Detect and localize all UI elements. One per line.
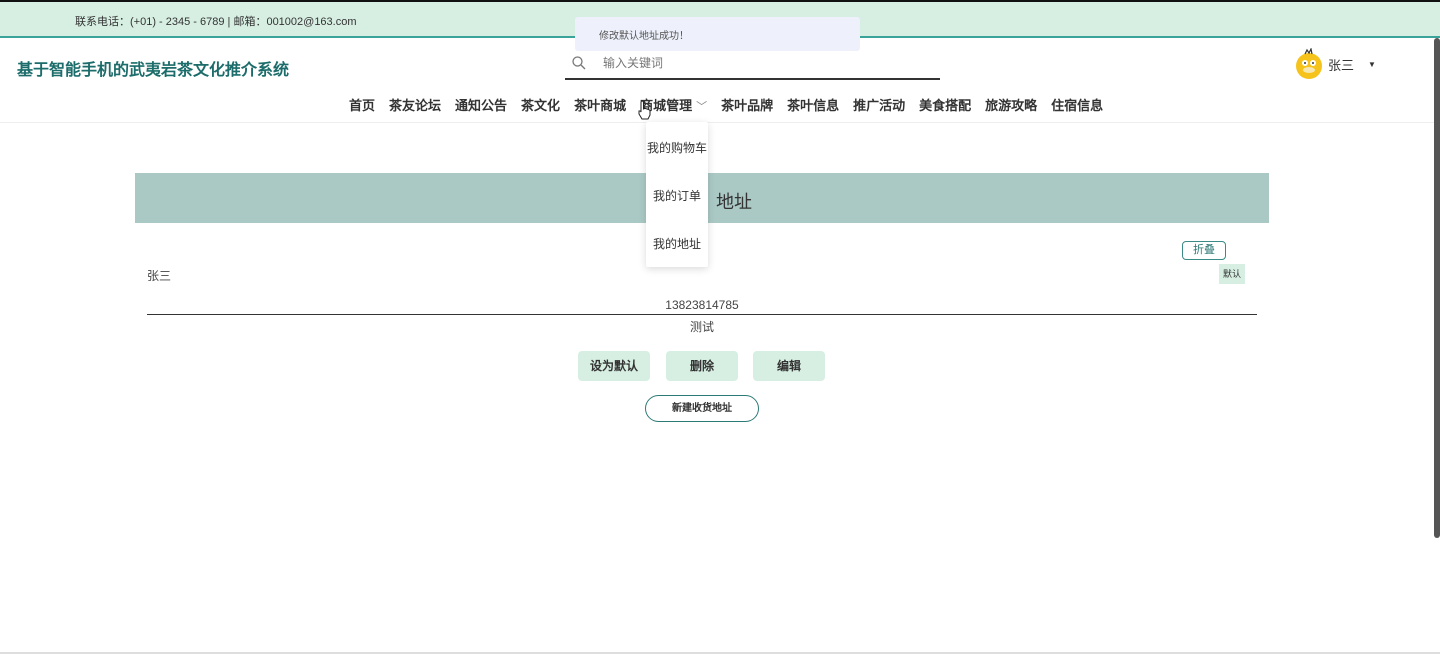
edit-button[interactable]: 编辑 [753, 351, 825, 381]
nav-item-tea-brand[interactable]: 茶叶品牌 [714, 95, 780, 114]
page-scrollbar[interactable] [1434, 38, 1440, 538]
dropdown-item-cart[interactable]: 我的购物车 [646, 139, 708, 156]
fold-button[interactable]: 折叠 [1182, 241, 1226, 260]
address-detail: 测试 [689, 320, 714, 334]
new-address-button[interactable]: 新建收货地址 [645, 395, 759, 422]
shop-manage-dropdown: 我的购物车 我的订单 我的地址 [646, 122, 708, 267]
nav-item-forum[interactable]: 茶友论坛 [382, 95, 448, 114]
nav-item-home[interactable]: 首页 [342, 95, 382, 114]
nav-item-food-pairing[interactable]: 美食搭配 [912, 95, 978, 114]
delete-button[interactable]: 删除 [666, 351, 738, 381]
contact-info: 联系电话：(+01) - 2345 - 6789 | 邮箱：001002@163… [75, 16, 357, 28]
nav-item-tea-culture[interactable]: 茶文化 [514, 95, 567, 114]
main-nav: 首页 茶友论坛 通知公告 茶文化 茶叶商城 商城管理 ﹀ 茶叶品牌 茶叶信息 推广… [342, 95, 1110, 114]
duck-avatar[interactable] [1293, 48, 1325, 80]
dropdown-item-address[interactable]: 我的地址 [646, 235, 708, 252]
nav-item-lodging[interactable]: 住宿信息 [1044, 95, 1110, 114]
hand-cursor-icon [638, 100, 651, 120]
set-default-button[interactable]: 设为默认 [578, 351, 650, 381]
search-input[interactable] [601, 55, 925, 71]
address-name: 张三 [147, 269, 172, 283]
success-toast: 修改默认地址成功！ [575, 17, 860, 51]
nav-item-promotion[interactable]: 推广活动 [846, 95, 912, 114]
nav-item-notice[interactable]: 通知公告 [448, 95, 514, 114]
user-menu[interactable]: 张三 ▼ [1293, 48, 1376, 80]
nav-item-tea-shop[interactable]: 茶叶商城 [567, 95, 633, 114]
search-icon[interactable] [571, 55, 587, 71]
page-title-text: 地址 [716, 192, 752, 212]
chevron-down-icon: ﹀ [696, 101, 708, 113]
nav-item-tea-info[interactable]: 茶叶信息 [780, 95, 846, 114]
address-phone: 13823814785 [665, 298, 739, 312]
user-name[interactable]: 张三 [1328, 55, 1354, 74]
nav-item-travel-guide[interactable]: 旅游攻略 [978, 95, 1044, 114]
search-bar [565, 52, 940, 80]
divider [147, 314, 1257, 315]
default-badge: 默认 [1219, 264, 1245, 284]
dropdown-item-orders[interactable]: 我的订单 [646, 187, 708, 204]
caret-down-icon[interactable]: ▼ [1368, 60, 1376, 69]
site-title[interactable]: 基于智能手机的武夷岩茶文化推介系统 [17, 56, 289, 80]
